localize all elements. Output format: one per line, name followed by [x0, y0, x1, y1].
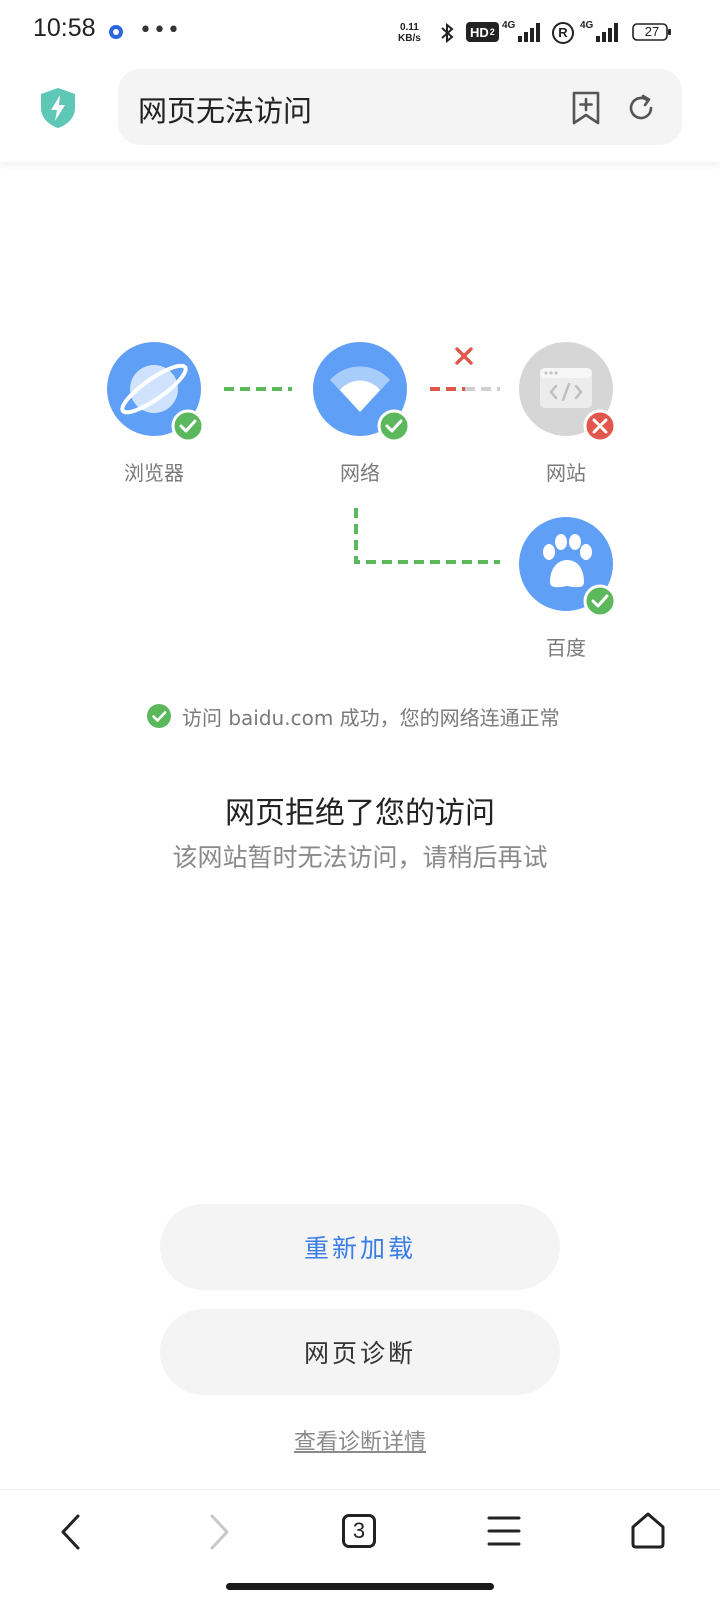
forward-icon[interactable] — [204, 1512, 234, 1552]
error-subtitle: 该网站暂时无法访问，请稍后再试 — [172, 843, 548, 872]
baidu-node — [519, 517, 617, 618]
refresh-icon[interactable] — [625, 92, 657, 124]
home-icon[interactable] — [628, 1510, 668, 1550]
website-node — [519, 342, 617, 443]
error-title: 网页拒绝了您的访问 — [225, 796, 495, 831]
battery-level: 27 — [644, 24, 660, 39]
code-window-icon — [540, 368, 592, 408]
status-time: 10:58 — [33, 14, 96, 42]
roaming-icon: R — [552, 22, 574, 44]
bluetooth-icon — [441, 22, 454, 44]
signal-sim2: 4G — [580, 20, 624, 44]
network-node — [313, 342, 411, 443]
reload-button[interactable]: 重新加载 — [160, 1204, 560, 1290]
screen-record-icon — [109, 25, 123, 39]
add-bookmark-icon[interactable] — [570, 90, 602, 126]
tabs-icon[interactable]: 3 — [342, 1514, 376, 1548]
success-check-icon — [147, 704, 171, 728]
page-title[interactable]: 网页无法访问 — [138, 88, 312, 130]
node-label-baidu: 百度 — [546, 636, 586, 660]
more-notifications-icon: ••• — [139, 18, 181, 43]
signal-sim1: 4G — [502, 20, 546, 44]
diagnose-button[interactable]: 网页诊断 — [160, 1309, 560, 1395]
fail-x-icon — [455, 347, 473, 365]
browser-node — [107, 342, 205, 443]
hd-voice-badge: HD 2 — [466, 22, 499, 42]
menu-icon[interactable] — [486, 1514, 522, 1548]
home-indicator — [226, 1583, 494, 1590]
back-icon[interactable] — [56, 1512, 86, 1552]
connectivity-message: 访问 baidu.com 成功，您的网络连通正常 — [146, 703, 560, 730]
connectivity-message-text: 访问 baidu.com 成功，您的网络连通正常 — [182, 705, 560, 730]
shield-bolt-icon[interactable] — [38, 86, 78, 130]
diagnosis-details-link[interactable]: 查看诊断详情 — [0, 1424, 720, 1456]
network-speed: 0.11 KB/s — [398, 22, 421, 44]
connector-network-baidu — [354, 508, 500, 564]
node-label-website: 网站 — [546, 461, 586, 485]
node-label-browser: 浏览器 — [124, 461, 184, 485]
node-label-network: 网络 — [340, 461, 380, 485]
